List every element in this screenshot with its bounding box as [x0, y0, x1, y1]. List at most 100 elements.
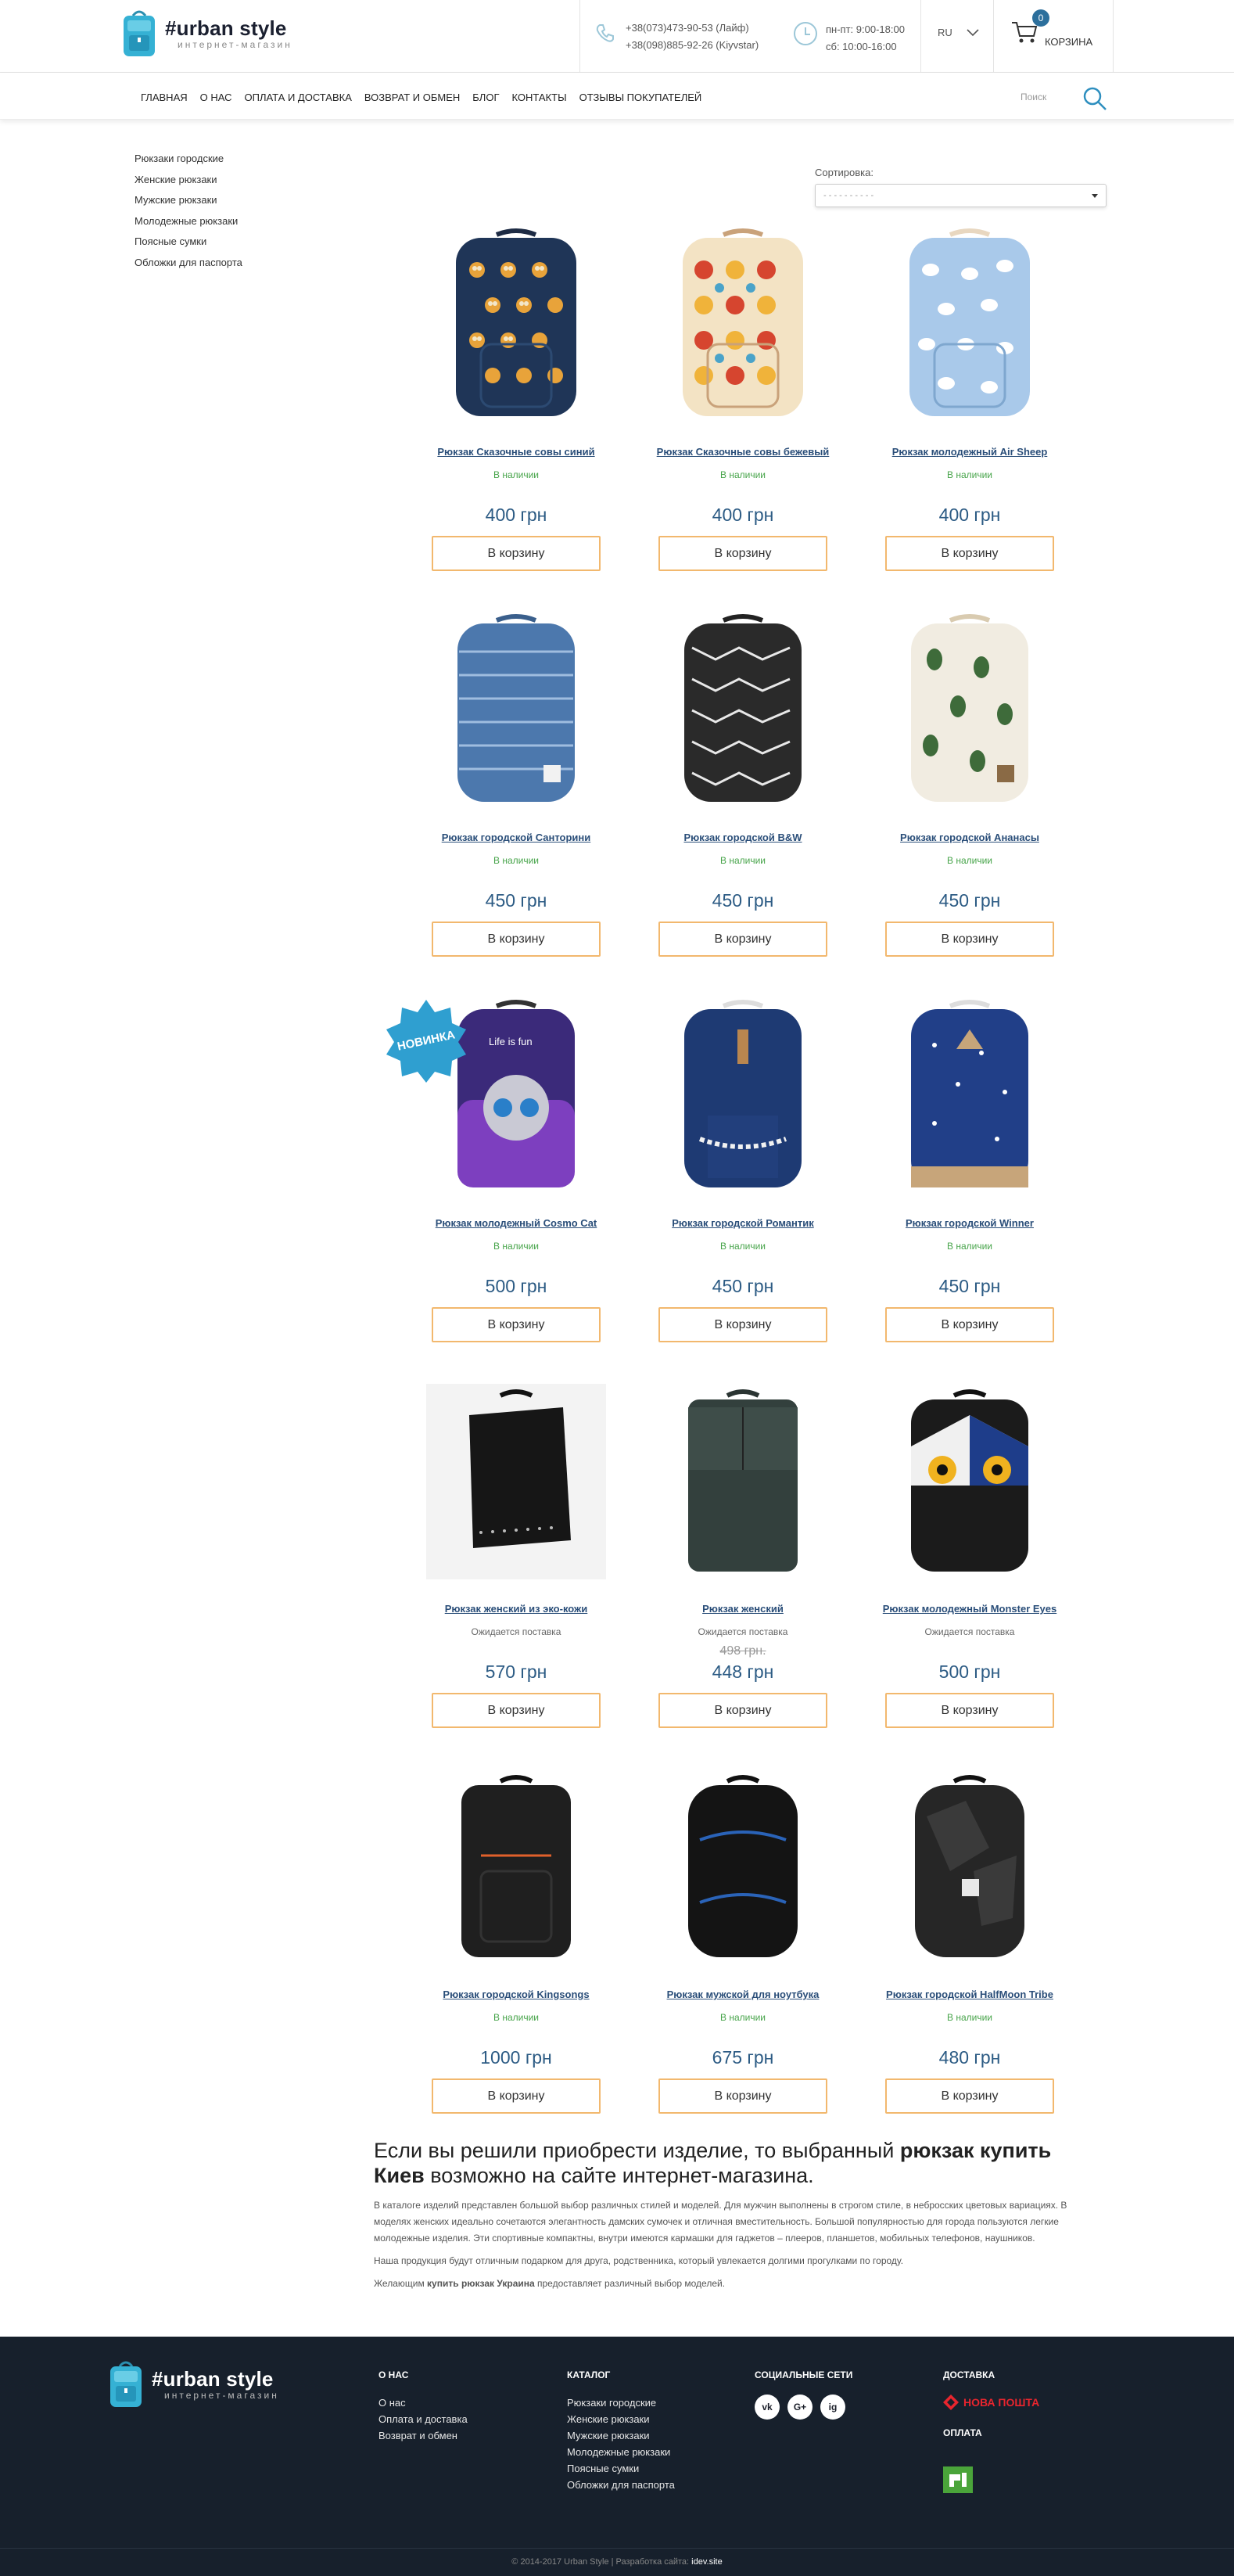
- footer-logo[interactable]: #urban style интернет-магазин: [108, 2360, 279, 2409]
- footer-link[interactable]: Женские рюкзаки: [567, 2411, 675, 2427]
- product-image[interactable]: [426, 1384, 606, 1579]
- product-card: Рюкзак городской Ананасы В наличии 450 г…: [845, 613, 1095, 999]
- phone-kyivstar[interactable]: +38(098)885-92-26 (Kiyvstar): [626, 37, 759, 54]
- copyright-text: © 2014-2017 Urban Style | Разработка сай…: [511, 2557, 692, 2567]
- product-image[interactable]: [880, 227, 1060, 422]
- footer-link[interactable]: Рюкзаки городские: [567, 2395, 675, 2411]
- search-input[interactable]: Поиск: [1021, 92, 1046, 102]
- add-to-cart-button[interactable]: В корзину: [885, 1693, 1054, 1728]
- stock-status: В наличии: [719, 855, 766, 866]
- add-to-cart-button[interactable]: В корзину: [885, 536, 1054, 571]
- phone-life[interactable]: +38(073)473-90-53 (Лайф): [626, 20, 759, 37]
- language-selector[interactable]: RU: [938, 27, 979, 38]
- add-to-cart-button[interactable]: В корзину: [432, 536, 601, 571]
- nav-item-blog[interactable]: Блог: [472, 92, 499, 103]
- logo[interactable]: #urban style интернет-магазин: [121, 9, 292, 58]
- product-name[interactable]: Рюкзак молодежный Cosmo Cat: [391, 1217, 641, 1229]
- product-name[interactable]: Рюкзак городской B&W: [618, 832, 868, 843]
- add-to-cart-button[interactable]: В корзину: [658, 1693, 827, 1728]
- add-to-cart-button[interactable]: В корзину: [885, 922, 1054, 957]
- nav-item-about[interactable]: О нас: [200, 92, 232, 103]
- product-name[interactable]: Рюкзак городской Winner: [845, 1217, 1095, 1229]
- product-name[interactable]: Рюкзак городской Ананасы: [845, 832, 1095, 843]
- product-price: 450 грн: [485, 890, 547, 911]
- product-name[interactable]: Рюкзак городской HalfMoon Tribe: [845, 1989, 1095, 2000]
- product-name[interactable]: Рюкзак городской Романтик: [618, 1217, 868, 1229]
- developer-link[interactable]: idev.site: [691, 2557, 723, 2567]
- product-card: Рюкзак городской Kingsongs В наличии 100…: [391, 1769, 641, 2156]
- sidebar-item-waist-bags[interactable]: Поясные сумки: [135, 232, 242, 253]
- add-to-cart-button[interactable]: В корзину: [658, 536, 827, 571]
- stock-status: В наличии: [946, 855, 992, 866]
- add-to-cart-button[interactable]: В корзину: [885, 2078, 1054, 2114]
- product-name[interactable]: Рюкзак Сказочные совы бежевый: [618, 446, 868, 458]
- add-to-cart-button[interactable]: В корзину: [658, 922, 827, 957]
- backpack-logo-icon: [110, 2361, 142, 2407]
- product-name[interactable]: Рюкзак городской Санторини: [391, 832, 641, 843]
- nav-item-returns[interactable]: Возврат и обмен: [364, 92, 460, 103]
- sidebar-item-youth-backpacks[interactable]: Молодежные рюкзаки: [135, 211, 242, 232]
- cart-button[interactable]: 0 КОРЗИНА: [1010, 9, 1093, 48]
- product-card: Рюкзак молодежный Air Sheep В наличии 40…: [845, 227, 1095, 613]
- nav-item-contacts[interactable]: Контакты: [511, 92, 566, 103]
- product-name[interactable]: Рюкзак молодежный Monster Eyes: [845, 1603, 1095, 1615]
- add-to-cart-button[interactable]: В корзину: [885, 1307, 1054, 1342]
- product-name[interactable]: Рюкзак городской Kingsongs: [391, 1989, 641, 2000]
- product-name[interactable]: Рюкзак Сказочные совы синий: [391, 446, 641, 458]
- sort-select[interactable]: - - - - - - - - - -: [815, 184, 1107, 207]
- footer-link[interactable]: О нас: [378, 2395, 468, 2411]
- nav-item-reviews[interactable]: Отзывы покупателей: [579, 92, 702, 103]
- product-image[interactable]: [880, 1384, 1060, 1579]
- product-image[interactable]: [653, 1384, 833, 1579]
- product-image[interactable]: [426, 613, 606, 808]
- sidebar-item-men-backpacks[interactable]: Мужские рюкзаки: [135, 190, 242, 211]
- language-current: RU: [938, 27, 952, 38]
- add-to-cart-button[interactable]: В корзину: [432, 922, 601, 957]
- sidebar-item-passport-covers[interactable]: Обложки для паспорта: [135, 253, 242, 274]
- add-to-cart-button[interactable]: В корзину: [658, 1307, 827, 1342]
- footer-link[interactable]: Поясные сумки: [567, 2460, 675, 2477]
- nav-item-home[interactable]: Главная: [141, 92, 188, 103]
- sidebar-item-women-backpacks[interactable]: Женские рюкзаки: [135, 170, 242, 191]
- add-to-cart-button[interactable]: В корзину: [658, 2078, 827, 2114]
- logo-title: #urban style: [165, 16, 287, 40]
- sidebar-item-city-backpacks[interactable]: Рюкзаки городские: [135, 149, 242, 170]
- product-image[interactable]: [880, 998, 1060, 1194]
- footer-link[interactable]: Молодежные рюкзаки: [567, 2444, 675, 2460]
- footer-link[interactable]: Оплата и доставка: [378, 2411, 468, 2427]
- product-image[interactable]: [653, 227, 833, 422]
- product-image[interactable]: [653, 1769, 833, 1965]
- add-to-cart-button[interactable]: В корзину: [432, 1693, 601, 1728]
- stock-status: В наличии: [493, 469, 539, 480]
- add-to-cart-button[interactable]: В корзину: [432, 2078, 601, 2114]
- product-image[interactable]: [880, 1769, 1060, 1965]
- seo-text-part: Желающим: [374, 2278, 428, 2289]
- product-name[interactable]: Рюкзак женский из эко-кожи: [391, 1603, 641, 1615]
- product-name[interactable]: Рюкзак мужской для ноутбука: [618, 1989, 868, 2000]
- footer-link[interactable]: Обложки для паспорта: [567, 2477, 675, 2493]
- search-icon[interactable]: [1082, 85, 1108, 112]
- seo-text-part: предоставляет различный выбор моделей.: [534, 2278, 726, 2289]
- product-image[interactable]: [426, 1769, 606, 1965]
- footer-link[interactable]: Мужские рюкзаки: [567, 2427, 675, 2444]
- instagram-icon[interactable]: ig: [820, 2395, 845, 2420]
- product-price: 450 грн: [938, 1276, 1001, 1296]
- product-image[interactable]: [653, 613, 833, 808]
- add-to-cart-button[interactable]: В корзину: [432, 1307, 601, 1342]
- product-name[interactable]: Рюкзак молодежный Air Sheep: [845, 446, 1095, 458]
- product-image[interactable]: [653, 998, 833, 1194]
- nav-item-payment-delivery[interactable]: Оплата и доставка: [245, 92, 352, 103]
- product-name[interactable]: Рюкзак женский: [618, 1603, 868, 1615]
- nova-poshta-logo: НОВА ПОШТА: [943, 2395, 1039, 2410]
- stock-status: В наличии: [719, 2012, 766, 2023]
- footer-logo-title: #urban style: [152, 2367, 274, 2391]
- seo-heading-part: возможно на сайте интернет-магазина.: [424, 2164, 814, 2187]
- google-plus-icon[interactable]: G+: [787, 2395, 813, 2420]
- product-card: Рюкзак Сказочные совы синий В наличии 40…: [391, 227, 641, 613]
- product-image[interactable]: [880, 613, 1060, 808]
- cart-icon-wrap: 0: [1010, 9, 1049, 48]
- vk-icon[interactable]: vk: [755, 2395, 780, 2420]
- product-image[interactable]: [426, 227, 606, 422]
- footer-link[interactable]: Возврат и обмен: [378, 2427, 468, 2444]
- cart-label: КОРЗИНА: [1045, 36, 1093, 48]
